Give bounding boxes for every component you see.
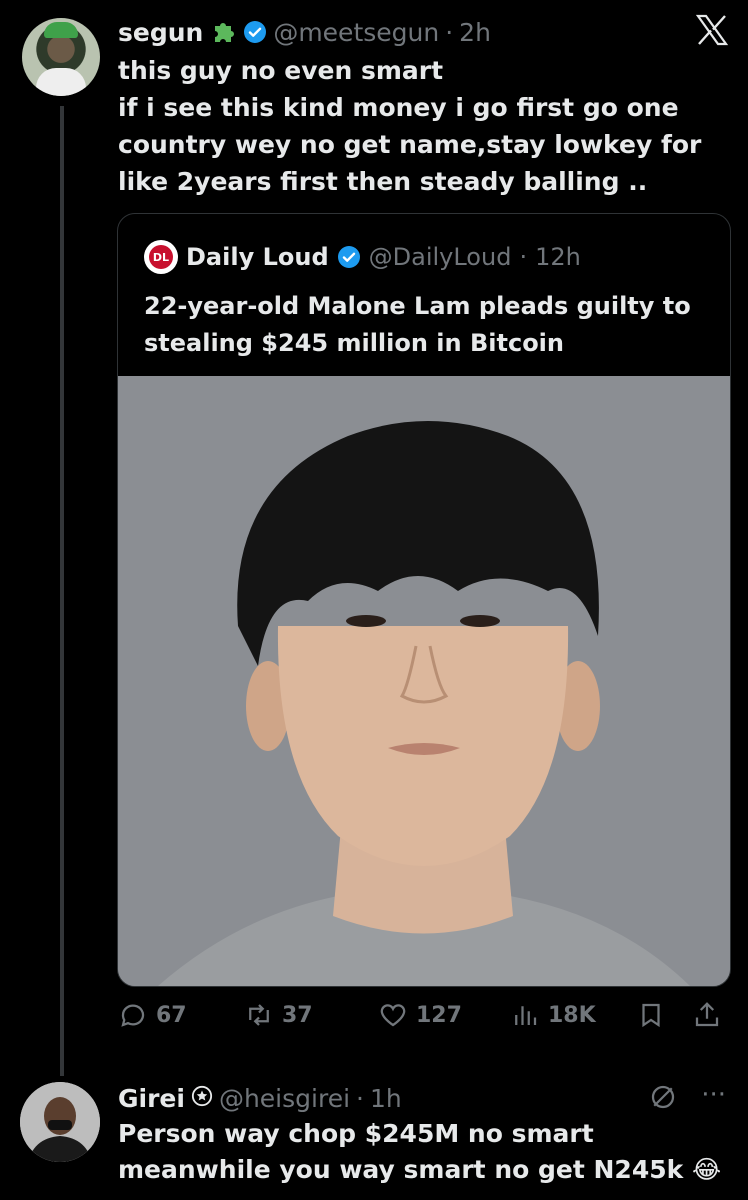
mugshot-photo[interactable] [118,376,730,986]
quoted-avatar[interactable]: DL [144,240,178,274]
quoted-text: 22-year-old Malone Lam pleads guilty to … [144,292,691,357]
heart-icon [380,1004,406,1027]
share-button[interactable] [692,1000,722,1030]
action-bar: 67 37 127 18K [118,1000,730,1036]
tweet-header: segun @meetsegun · 2h [118,14,491,50]
reply-text: Person way chop $245M no smart meanwhile… [118,1119,722,1184]
reply-header: Girei @heisgirei · 1h [118,1080,402,1116]
repost-count: 37 [282,1002,313,1028]
puzzle-emoji-icon [209,18,237,46]
more-options-icon[interactable]: ··· [701,1080,726,1110]
grok-icon[interactable] [648,1082,678,1116]
verified-badge-icon [337,245,361,269]
tweet-text: this guy no even smart if i see this kin… [118,56,702,196]
reply-count: 67 [156,1002,187,1028]
views-count: 18K [548,1002,596,1028]
like-button[interactable]: 127 [378,1000,462,1030]
bookmark-icon [642,1003,660,1028]
reply-author-name[interactable]: Girei [118,1084,185,1113]
reply-handle[interactable]: @heisgirei [219,1084,350,1113]
share-icon [695,1002,719,1027]
tweet-time[interactable]: 2h [459,18,491,47]
reply-button[interactable]: 67 [118,1000,187,1030]
quoted-time[interactable]: 12h [535,243,581,271]
repost-icon [249,1004,269,1026]
quoted-header: DL Daily Loud @DailyLoud · 12h [144,240,581,274]
verified-badge-icon [243,20,267,44]
repost-button[interactable]: 37 [244,1000,313,1030]
author-name[interactable]: segun [118,18,203,47]
like-count: 127 [416,1002,462,1028]
quoted-handle[interactable]: @DailyLoud [369,243,512,271]
reply-author-avatar[interactable] [20,1082,100,1162]
bookmark-button[interactable] [636,1000,666,1030]
views-button[interactable]: 18K [510,1000,596,1030]
separator-dot: · [519,243,528,271]
thread-line [60,106,64,1076]
author-handle[interactable]: @meetsegun [273,18,439,47]
separator-dot: · [445,17,454,47]
views-icon [515,1006,537,1025]
quoted-author-name[interactable]: Daily Loud [186,243,329,271]
badge-icon [191,1084,213,1113]
reply-icon [121,1004,145,1027]
separator-dot: · [356,1083,364,1113]
author-avatar[interactable] [22,18,100,96]
quoted-tweet[interactable]: DL Daily Loud @DailyLoud · 12h 22-year-o… [117,213,731,987]
reply-time[interactable]: 1h [370,1084,402,1113]
